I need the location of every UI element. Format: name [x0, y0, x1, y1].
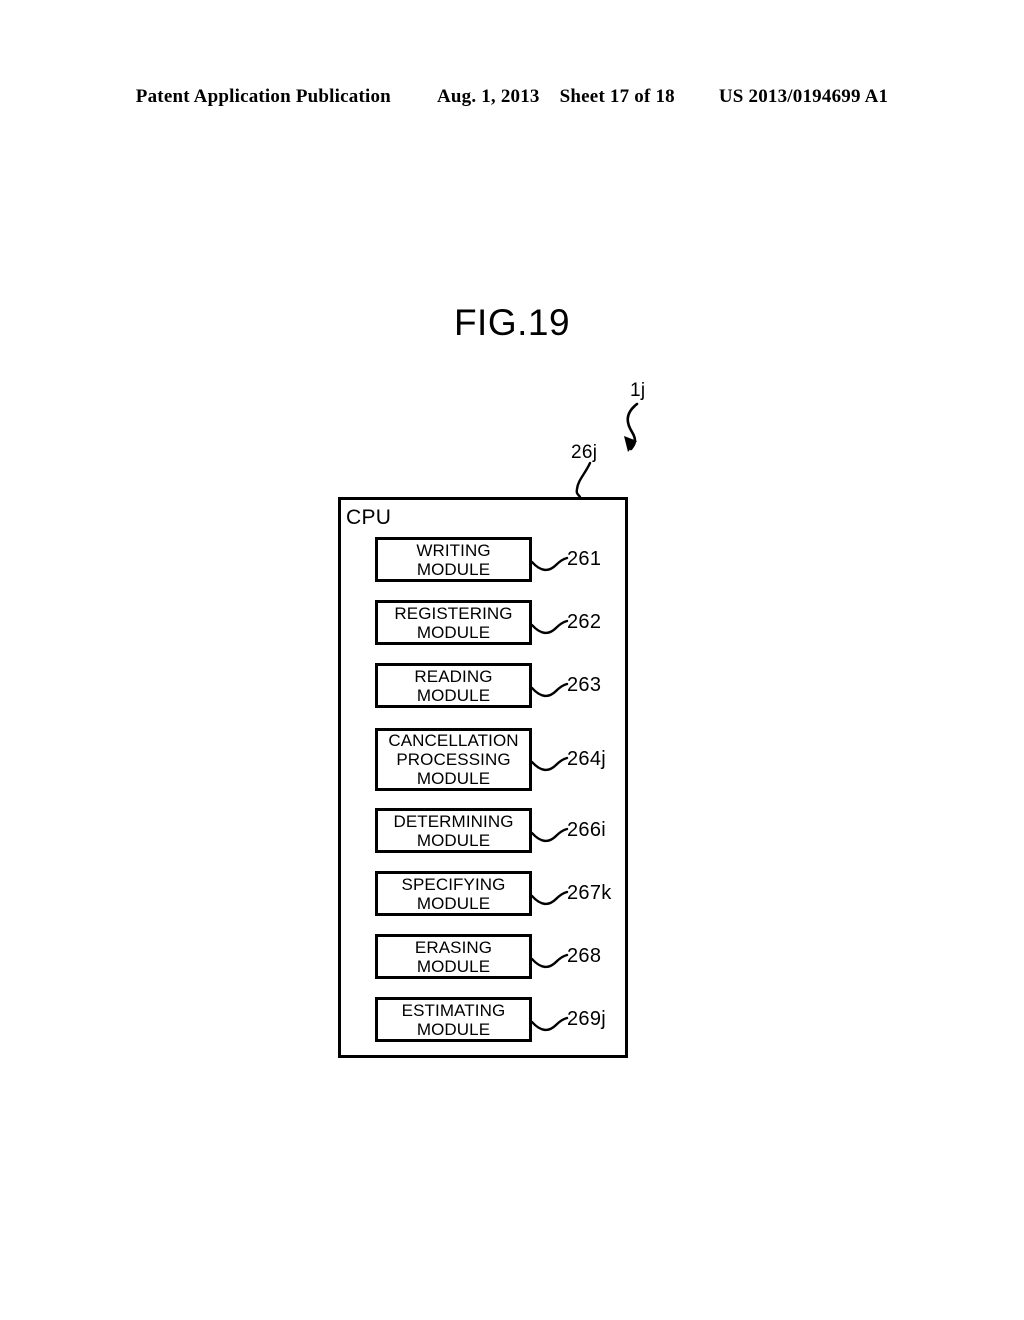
module-ref-268: 268 — [567, 945, 602, 967]
module-line: MODULE — [416, 685, 491, 705]
module-line: CANCELLATION — [388, 731, 519, 750]
module-ref-261: 261 — [567, 548, 602, 570]
module-line: PROCESSING — [396, 750, 511, 769]
module-box-specifying: SPECIFYING MODULE — [375, 871, 532, 916]
module-box-registering: REGISTERING MODULE — [375, 600, 532, 645]
module-line: DETERMINING — [393, 811, 514, 831]
module-line: MODULE — [416, 769, 491, 788]
module-line: MODULE — [416, 1019, 491, 1039]
module-box-estimating: ESTIMATING MODULE — [375, 997, 532, 1042]
cpu-block-label: CPU — [346, 506, 392, 529]
module-ref-264j: 264j — [567, 748, 607, 770]
module-line: MODULE — [416, 622, 491, 642]
system-reference-label: 1j — [630, 380, 646, 401]
module-ref-263: 263 — [567, 674, 602, 696]
module-ref-269j: 269j — [567, 1008, 607, 1030]
module-line: MODULE — [416, 956, 491, 976]
module-ref-267k: 267k — [567, 882, 612, 904]
module-line: READING — [414, 666, 493, 686]
module-box-determining: DETERMINING MODULE — [375, 808, 532, 853]
module-line: MODULE — [416, 830, 491, 850]
module-line: ESTIMATING — [401, 1000, 506, 1020]
module-ref-262: 262 — [567, 611, 602, 633]
module-line: WRITING — [416, 540, 491, 560]
module-line: SPECIFYING — [401, 874, 506, 894]
module-box-erasing: ERASING MODULE — [375, 934, 532, 979]
module-box-reading: READING MODULE — [375, 663, 532, 708]
module-line: ERASING — [414, 937, 493, 957]
module-ref-266i: 266i — [567, 819, 607, 841]
module-line: REGISTERING — [394, 603, 513, 623]
module-line: MODULE — [416, 893, 491, 913]
cpu-leader-line — [575, 461, 592, 499]
module-box-writing: WRITING MODULE — [375, 537, 532, 582]
module-box-cancellation-processing: CANCELLATION PROCESSING MODULE — [375, 728, 532, 791]
cpu-reference-label: 26j — [571, 442, 598, 463]
module-line: MODULE — [416, 559, 491, 579]
